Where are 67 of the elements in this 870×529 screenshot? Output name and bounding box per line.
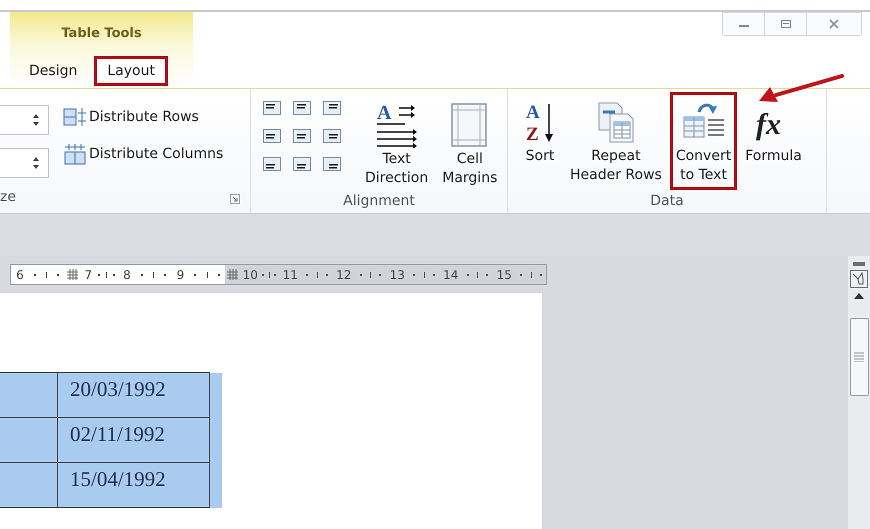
table-cell: 20/03/1992 (58, 372, 210, 418)
align-icon (323, 129, 341, 143)
vertical-scrollbar[interactable] (848, 256, 870, 529)
align-button[interactable] (321, 98, 343, 118)
ruler-number: 13 (390, 268, 405, 282)
align-icon (263, 101, 281, 115)
ruler-number: 12 (336, 268, 352, 282)
column-marker-icon[interactable] (67, 269, 78, 280)
ribbon-button[interactable]: Distribute Columns (63, 143, 224, 165)
column-marker-icon[interactable] (227, 269, 238, 280)
restore-icon (780, 19, 792, 29)
spin-field[interactable] (0, 105, 49, 135)
align-button[interactable] (321, 154, 343, 174)
ribbon-button[interactable]: Cell Margins (436, 95, 504, 193)
align-icon (293, 157, 311, 171)
cell-margins-icon (450, 102, 490, 148)
align-icon (323, 101, 341, 115)
table-cell: 15/04/1992 (58, 462, 210, 508)
dialog-launcher-icon[interactable] (230, 194, 240, 204)
ruler-toggle-icon[interactable] (853, 262, 865, 266)
ribbon-button[interactable]: Convert to Text (670, 92, 738, 190)
ruler-number: 9 (176, 268, 184, 282)
group-label: Alignment (342, 193, 416, 211)
align-icon (323, 157, 341, 171)
align-button[interactable] (291, 98, 313, 118)
ribbon-tab[interactable]: Design (18, 56, 88, 86)
align-button[interactable] (291, 154, 313, 174)
ruler-number: 15 (496, 268, 512, 282)
align-icon (263, 157, 281, 171)
ruler-number: 6 (16, 268, 24, 282)
table-cell: 02/11/1992 (58, 418, 210, 462)
ruler-number: 10 (242, 268, 258, 282)
ribbon-button[interactable]: fx Formula (739, 92, 808, 171)
ribbon-tab[interactable]: Layout (94, 56, 168, 86)
align-icon (293, 101, 311, 115)
ruler-number: 11 (282, 268, 298, 282)
spinner-arrows-icon[interactable] (32, 113, 40, 127)
ruler-number: 14 (443, 268, 458, 282)
align-icon (293, 129, 311, 143)
ribbon-button[interactable]: A Text Direction (359, 95, 434, 193)
align-button[interactable] (261, 154, 283, 174)
ruler-number: 7 (84, 268, 92, 282)
group-label: Data (649, 193, 685, 211)
align-button[interactable] (321, 126, 343, 146)
repeat-header-rows-icon (596, 100, 636, 144)
scroll-up-icon[interactable] (853, 292, 865, 300)
group-label: ze (0, 189, 16, 207)
view-ruler-icon[interactable] (850, 270, 868, 288)
spinner-arrows-icon[interactable] (32, 156, 40, 170)
distribute-columns-icon (63, 143, 87, 165)
align-button[interactable] (261, 98, 283, 118)
scroll-thumb[interactable] (850, 318, 868, 396)
minimize-button[interactable] (723, 13, 765, 35)
align-button[interactable] (291, 126, 313, 146)
align-icon (263, 129, 281, 143)
align-button[interactable] (261, 126, 283, 146)
ruler-number: 8 (123, 268, 131, 282)
ribbon-button[interactable]: A Z Sort (518, 92, 562, 171)
formula-icon: fx (754, 100, 794, 144)
ribbon-button[interactable]: Repeat Header Rows (564, 92, 668, 190)
distribute-rows-icon (63, 107, 87, 127)
close-icon (828, 19, 840, 29)
spin-field[interactable] (0, 148, 49, 178)
maximize-button[interactable] (765, 13, 807, 35)
contextual-tab-title: Table Tools (61, 26, 142, 41)
ribbon-button[interactable]: Distribute Rows (63, 107, 224, 127)
grip-icon (854, 352, 864, 362)
